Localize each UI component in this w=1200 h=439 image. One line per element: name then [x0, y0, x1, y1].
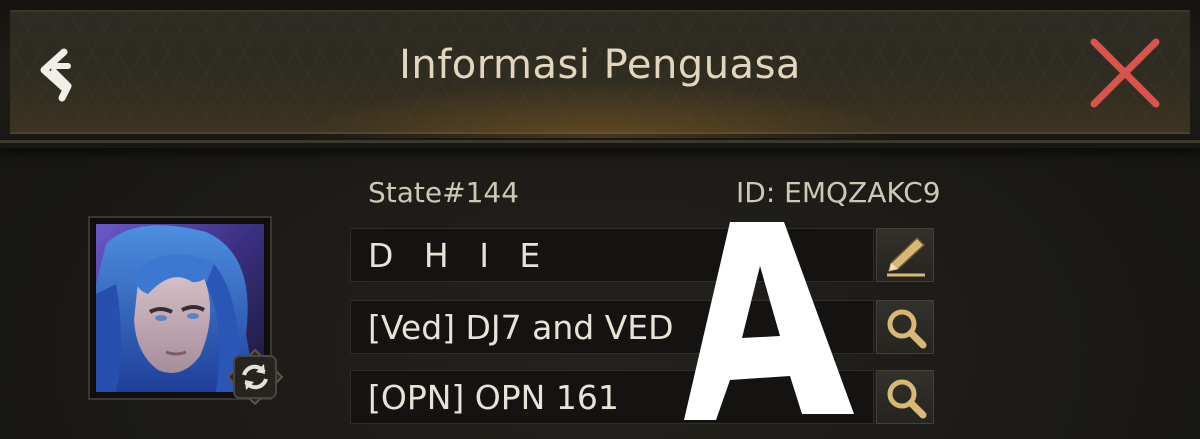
- state-label: State#144: [368, 176, 520, 209]
- close-button[interactable]: [1086, 36, 1164, 110]
- profile-screen: Informasi Penguasa State#144 ID: EMQZAKC…: [0, 0, 1200, 439]
- magnifier-icon: [887, 379, 927, 419]
- back-button[interactable]: [30, 42, 90, 106]
- watermark-letter: A: [684, 222, 854, 420]
- swap-avatar-button[interactable]: [226, 348, 284, 406]
- magnifier-icon: [887, 309, 927, 349]
- player-id-label: ID: EMQZAKC9: [736, 176, 941, 209]
- header-divider: [0, 140, 1200, 143]
- search-alliance-button[interactable]: [876, 300, 934, 354]
- page-title: Informasi Penguasa: [399, 42, 801, 88]
- header-bar: Informasi Penguasa: [0, 0, 1200, 148]
- back-arrow-icon: [40, 48, 72, 102]
- close-x-icon: [1090, 38, 1160, 108]
- edit-name-button[interactable]: [876, 228, 934, 282]
- swap-arrows-icon: [226, 348, 284, 406]
- search-organization-button[interactable]: [876, 370, 934, 424]
- pencil-icon: [887, 236, 926, 277]
